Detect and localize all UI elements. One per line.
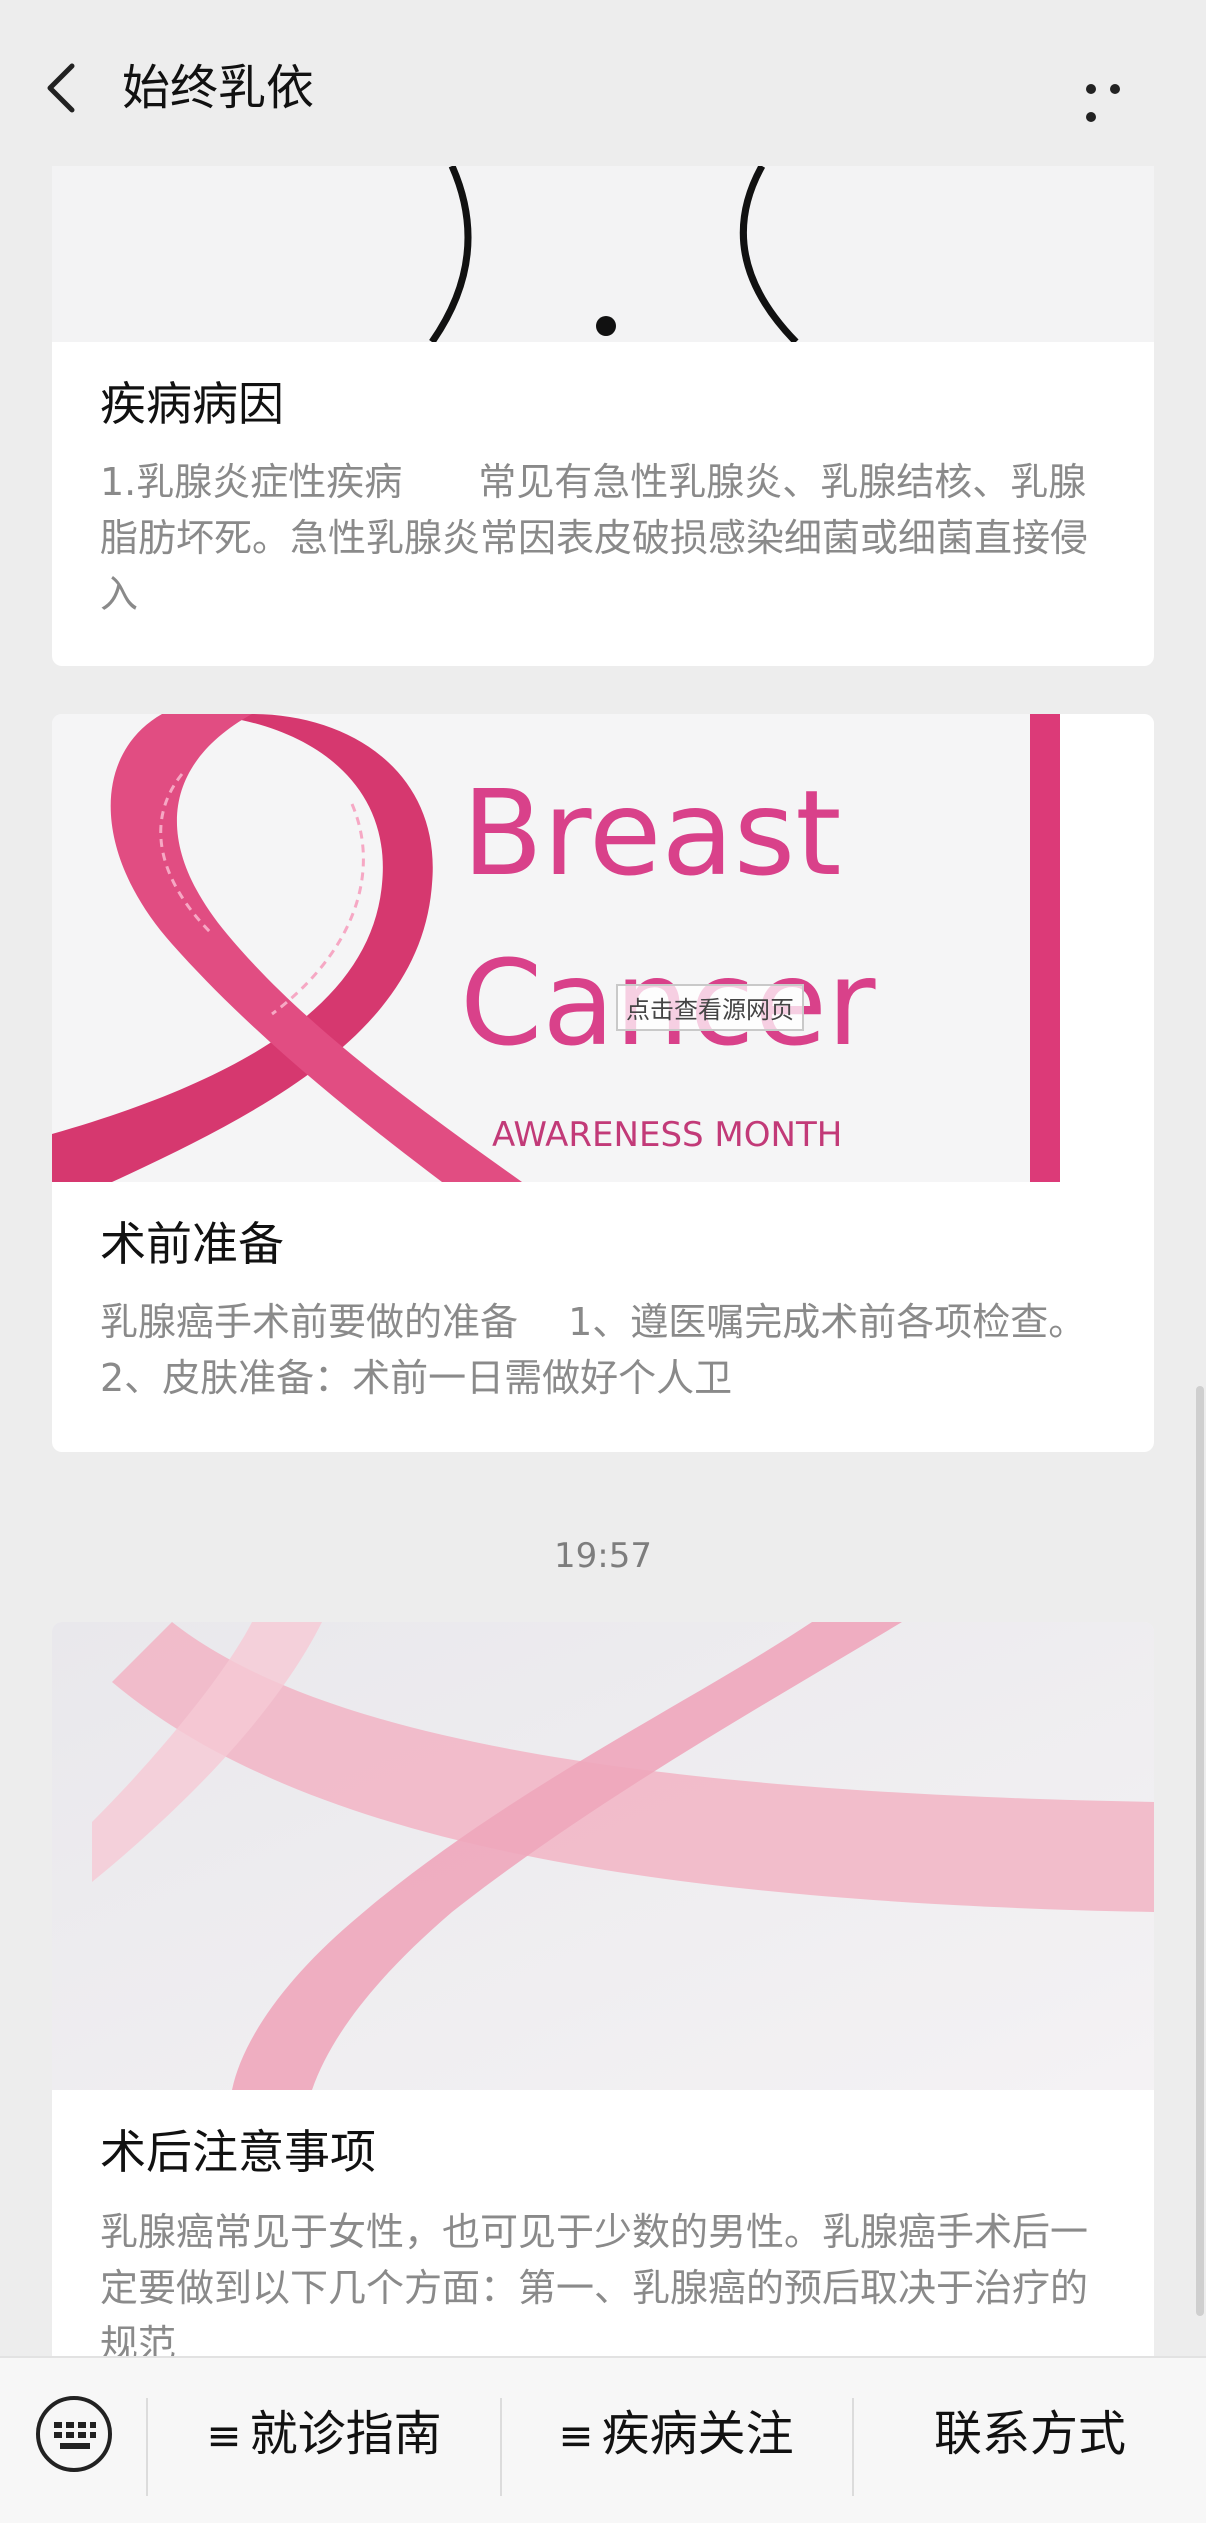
image-subline: AWARENESS MONTH [492, 1115, 842, 1155]
article-card[interactable]: 术后注意事项 乳腺癌常见于女性，也可见于少数的男性。乳腺癌手术后一定要做到以下几… [52, 1622, 1154, 2356]
menu-item-label: 疾病关注 [601, 2406, 794, 2462]
view-source-link[interactable]: 点击查看源网页 [616, 984, 804, 1031]
submenu-icon: ≡ [558, 2411, 594, 2460]
article-title: 疾病病因 [100, 377, 284, 431]
page-title: 始终乳依 [122, 60, 315, 116]
nav-bar: 始终乳依 [0, 0, 1206, 166]
back-button[interactable] [34, 58, 94, 118]
menu-item-label: 联系方式 [933, 2406, 1126, 2462]
menu-item-disease-focus[interactable]: ≡ 疾病关注 [502, 2394, 850, 2474]
message-list[interactable]: 疾病病因 1.乳腺炎症性疾病 常见有急性乳腺炎、乳腺结核、乳腺脂肪坏死。急性乳腺… [0, 166, 1206, 2356]
article-summary: 乳腺癌手术前要做的准备 1、遵医嘱完成术前各项检查。 2、皮肤准备：术前一日需做… [100, 1300, 1068, 1400]
article-cover-image [52, 1622, 1154, 2090]
menu-item-contact[interactable]: 联系方式 [854, 2394, 1206, 2474]
message-timestamp: 19:57 [554, 1536, 652, 1576]
article-card[interactable]: 疾病病因 1.乳腺炎症性疾病 常见有急性乳腺炎、乳腺结核、乳腺脂肪坏死。急性乳腺… [52, 166, 1154, 666]
article-cover-image: Breast Cancer AWARENESS MONTH 点击查看源网页 [52, 714, 1154, 1182]
submenu-icon: ≡ [206, 2411, 242, 2460]
more-options-button[interactable] [1086, 70, 1156, 122]
back-arrow-icon [47, 63, 75, 113]
keyboard-toggle-button[interactable] [34, 2394, 114, 2474]
keyboard-icon [36, 2396, 112, 2472]
bottom-menu-bar: ≡ 就诊指南 ≡ 疾病关注 联系方式 [0, 2356, 1206, 2523]
article-summary: 1.乳腺炎症性疾病 常见有急性乳腺炎、乳腺结核、乳腺脂肪坏死。急性乳腺炎常因表皮… [100, 460, 1089, 616]
more-dots-icon [1086, 84, 1096, 94]
menu-item-label: 就诊指南 [249, 2406, 442, 2462]
scrollbar[interactable] [1196, 1386, 1204, 2316]
menu-item-guide[interactable]: ≡ 就诊指南 [150, 2394, 498, 2474]
article-cover-image [52, 166, 1154, 345]
article-summary: 乳腺癌常见于女性，也可见于少数的男性。乳腺癌手术后一定要做到以下几个方面：第一、… [100, 2210, 1089, 2356]
article-title: 术前准备 [100, 1217, 284, 1271]
menu-divider [146, 2398, 148, 2496]
image-headline-1: Breast [462, 764, 842, 902]
article-card[interactable]: Breast Cancer AWARENESS MONTH 点击查看源网页 术前… [52, 714, 1154, 1452]
article-title: 术后注意事项 [100, 2125, 376, 2179]
